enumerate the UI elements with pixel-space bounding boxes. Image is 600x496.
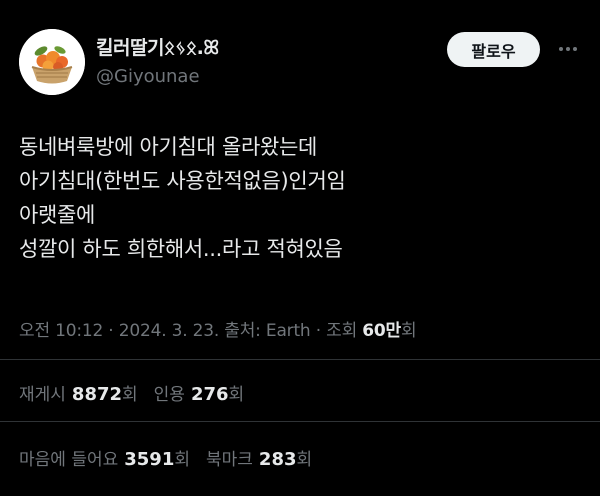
quotes-stat[interactable]: 인용 276 회 bbox=[154, 380, 245, 405]
more-options-button[interactable] bbox=[553, 37, 583, 61]
divider bbox=[0, 359, 600, 360]
follow-button[interactable]: 팔로우 bbox=[447, 32, 540, 67]
bookmarks-stat[interactable]: 북마크 283 회 bbox=[206, 445, 312, 470]
quotes-suffix: 회 bbox=[228, 385, 245, 405]
meta-separator: · bbox=[315, 321, 321, 341]
meta-separator: · bbox=[108, 321, 114, 341]
engagement-row: 재게시 8872 회 인용 276 회 bbox=[19, 380, 260, 405]
bookmarks-count: 283 bbox=[258, 449, 297, 470]
tweet-meta: 오전 10:12 · 2024. 3. 23. 출처: Earth · 조회 6… bbox=[19, 316, 417, 341]
views-suffix: 회 bbox=[400, 321, 417, 341]
bookmarks-suffix: 회 bbox=[296, 450, 313, 470]
reposts-suffix: 회 bbox=[122, 385, 138, 405]
tweet-line: 동네벼룩방에 아기침대 올라왔는데 bbox=[19, 135, 318, 159]
quotes-label: 인용 bbox=[153, 385, 185, 405]
display-name[interactable]: 킬러딸기ᛟᛃᛟ.ꕤ bbox=[96, 33, 219, 60]
likes-label: 마음에 들어요 bbox=[19, 450, 119, 470]
engagement-row: 마음에 들어요 3591 회 북마크 283 회 bbox=[19, 445, 328, 470]
quotes-count: 276 bbox=[190, 384, 229, 405]
views-label: 조회 bbox=[326, 321, 358, 341]
fruit-basket-avatar-icon bbox=[19, 29, 85, 95]
tweet-source: 출처: Earth bbox=[224, 321, 311, 341]
likes-stat[interactable]: 마음에 들어요 3591 회 bbox=[19, 445, 190, 470]
tweet-line: 아기침대(한번도 사용한적없음)인거임 bbox=[19, 169, 346, 193]
likes-count: 3591 bbox=[124, 449, 175, 470]
bookmarks-label: 북마크 bbox=[206, 450, 253, 470]
more-dots-icon bbox=[566, 47, 570, 51]
tweet-header: 킬러딸기ᛟᛃᛟ.ꕤ @Giyounae 팔로우 bbox=[19, 29, 589, 99]
reposts-count: 8872 bbox=[71, 384, 123, 405]
reposts-stat[interactable]: 재게시 8872 회 bbox=[19, 380, 138, 405]
views-count: 60만 bbox=[362, 321, 401, 341]
avatar[interactable] bbox=[19, 29, 85, 95]
tweet-date[interactable]: 2024. 3. 23. bbox=[119, 321, 220, 341]
likes-suffix: 회 bbox=[174, 450, 190, 470]
more-dots-icon bbox=[559, 47, 563, 51]
tweet-text: 동네벼룩방에 아기침대 올라왔는데 아기침대(한번도 사용한적없음)인거임 아랫… bbox=[19, 130, 579, 266]
reposts-label: 재게시 bbox=[19, 385, 66, 405]
more-dots-icon bbox=[573, 47, 577, 51]
tweet-time[interactable]: 오전 10:12 bbox=[19, 321, 103, 341]
user-handle[interactable]: @Giyounae bbox=[96, 66, 200, 87]
tweet-line: 아랫줄에 bbox=[19, 203, 96, 227]
tweet-line: 성깔이 하도 희한해서...라고 적혀있음 bbox=[19, 237, 343, 261]
divider bbox=[0, 421, 600, 422]
